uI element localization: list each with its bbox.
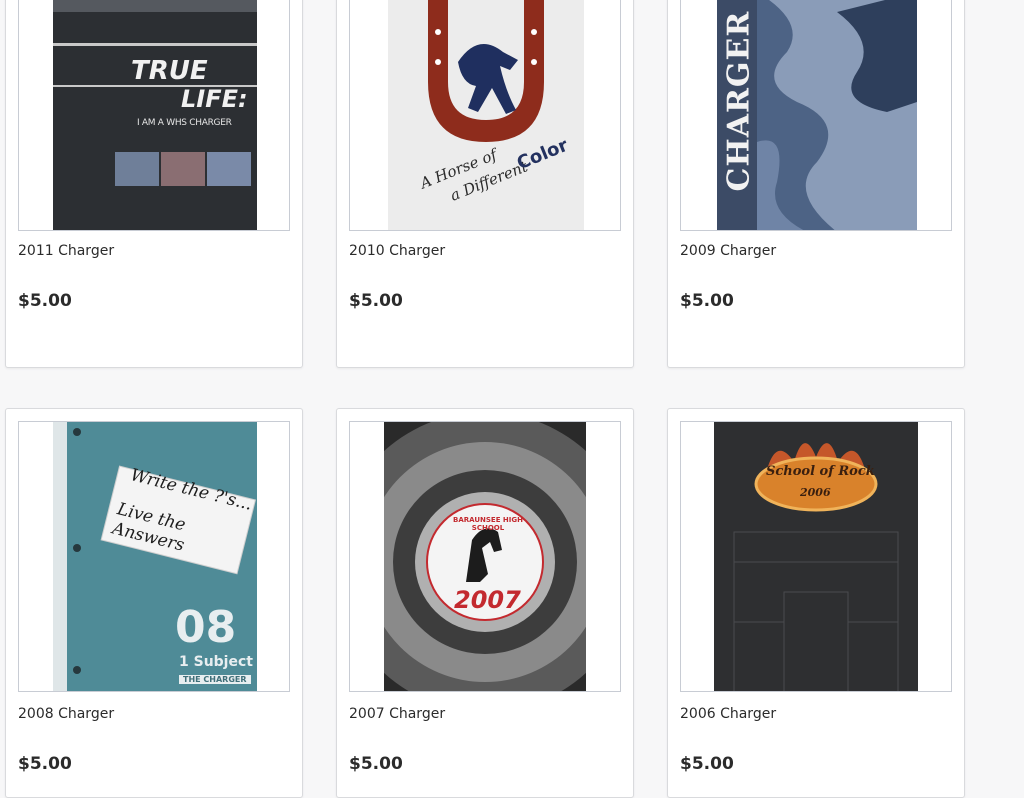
product-title[interactable]: 2007 Charger: [349, 706, 445, 722]
cover-text-charger: CHARGER: [721, 10, 757, 192]
yearbook-cover-2007: BARAUNSEE HIGH SCHOOL 2007: [384, 422, 586, 691]
cover-text-life: LIFE:: [181, 85, 248, 113]
product-title[interactable]: 2011 Charger: [18, 243, 114, 259]
yearbook-cover-2008: Write the ?'s... Live the Answers 08 1 S…: [53, 422, 257, 691]
product-price: $5.00: [18, 291, 72, 311]
product-price: $5.00: [680, 754, 734, 774]
product-price: $5.00: [349, 291, 403, 311]
product-card[interactable]: Write the ?'s... Live the Answers 08 1 S…: [5, 408, 303, 798]
product-image[interactable]: CHARGER: [680, 0, 952, 231]
product-title[interactable]: 2010 Charger: [349, 243, 445, 259]
cover-text-subject: 1 Subject: [179, 654, 253, 670]
product-price: $5.00: [18, 754, 72, 774]
product-title[interactable]: 2006 Charger: [680, 706, 776, 722]
product-card[interactable]: School of Rock 2006 2006 Charger $5.00: [667, 408, 965, 798]
product-card[interactable]: BARAUNSEE HIGH SCHOOL 2007 2007 Charger …: [336, 408, 634, 798]
cover-text-08: 08: [175, 602, 237, 653]
yearbook-cover-2006: School of Rock 2006: [714, 422, 918, 691]
product-image[interactable]: Write the ?'s... Live the Answers 08 1 S…: [18, 421, 290, 692]
product-image[interactable]: School of Rock 2006: [680, 421, 952, 692]
yearbook-cover-2010: A Horse of a Different Color: [388, 0, 584, 230]
product-card[interactable]: CHARGER 2009 Charger $5.00: [667, 0, 965, 368]
cover-text-school: BARAUNSEE HIGH SCHOOL: [453, 516, 523, 532]
cover-text-the-charger: THE CHARGER: [179, 675, 251, 684]
cover-text-2006: 2006: [800, 486, 831, 499]
product-image[interactable]: A Horse of a Different Color: [349, 0, 621, 231]
cover-text-subtitle: I AM A WHS CHARGER: [137, 118, 232, 128]
product-image[interactable]: BARAUNSEE HIGH SCHOOL 2007: [349, 421, 621, 692]
cover-text-school-of-rock: School of Rock: [766, 464, 875, 479]
product-image[interactable]: TRUE LIFE: I AM A WHS CHARGER: [18, 0, 290, 231]
product-title[interactable]: 2008 Charger: [18, 706, 114, 722]
product-card[interactable]: A Horse of a Different Color 2010 Charge…: [336, 0, 634, 368]
cover-text-true: TRUE: [131, 56, 208, 86]
product-card[interactable]: TRUE LIFE: I AM A WHS CHARGER 2011 Charg…: [5, 0, 303, 368]
yearbook-cover-2011: TRUE LIFE: I AM A WHS CHARGER: [53, 0, 257, 230]
product-price: $5.00: [349, 754, 403, 774]
product-price: $5.00: [680, 291, 734, 311]
yearbook-cover-2009: CHARGER: [717, 0, 917, 230]
cover-text-2007: 2007: [454, 586, 521, 614]
product-title[interactable]: 2009 Charger: [680, 243, 776, 259]
